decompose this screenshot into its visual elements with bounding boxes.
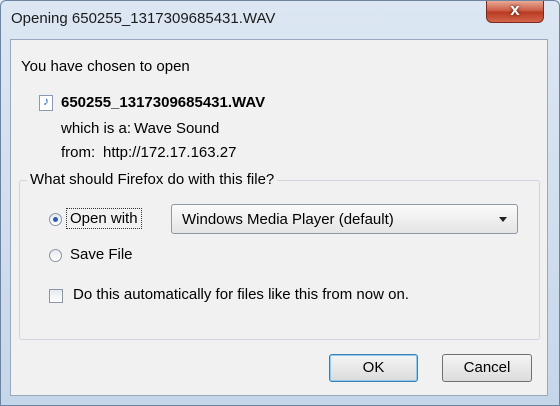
auto-action-checkbox[interactable]	[49, 289, 63, 303]
open-with-label[interactable]: Open with	[66, 208, 142, 229]
dialog-content: You have chosen to open ♪ 650255_1317309…	[10, 39, 548, 396]
save-file-radio[interactable]	[49, 249, 62, 262]
chevron-down-icon	[499, 217, 507, 222]
music-file-icon: ♪	[39, 94, 53, 111]
ok-button[interactable]: OK	[329, 354, 418, 382]
auto-action-label[interactable]: Do this automatically for files like thi…	[73, 286, 409, 303]
file-source-value: http://172.17.163.27	[103, 144, 237, 161]
open-with-radio[interactable]	[49, 213, 62, 226]
application-select-value: Windows Media Player (default)	[182, 211, 394, 228]
close-icon: x	[510, 0, 520, 19]
file-name: 650255_1317309685431.WAV	[61, 94, 266, 111]
dialog-window: Opening 650255_1317309685431.WAV x You h…	[0, 0, 560, 406]
close-button[interactable]: x	[486, 1, 544, 23]
window-title: Opening 650255_1317309685431.WAV	[11, 10, 276, 27]
title-bar[interactable]: Opening 650255_1317309685431.WAV x	[1, 1, 559, 39]
application-select[interactable]: Windows Media Player (default)	[171, 204, 518, 234]
save-file-label[interactable]: Save File	[70, 246, 133, 263]
cancel-button[interactable]: Cancel	[442, 354, 532, 382]
file-type-label: which is a:	[61, 120, 132, 137]
file-source-label: from:	[61, 144, 96, 161]
intro-text: You have chosen to open	[21, 58, 190, 75]
action-group-label: What should Firefox do with this file?	[27, 171, 278, 188]
file-type-value: Wave Sound	[134, 120, 220, 137]
